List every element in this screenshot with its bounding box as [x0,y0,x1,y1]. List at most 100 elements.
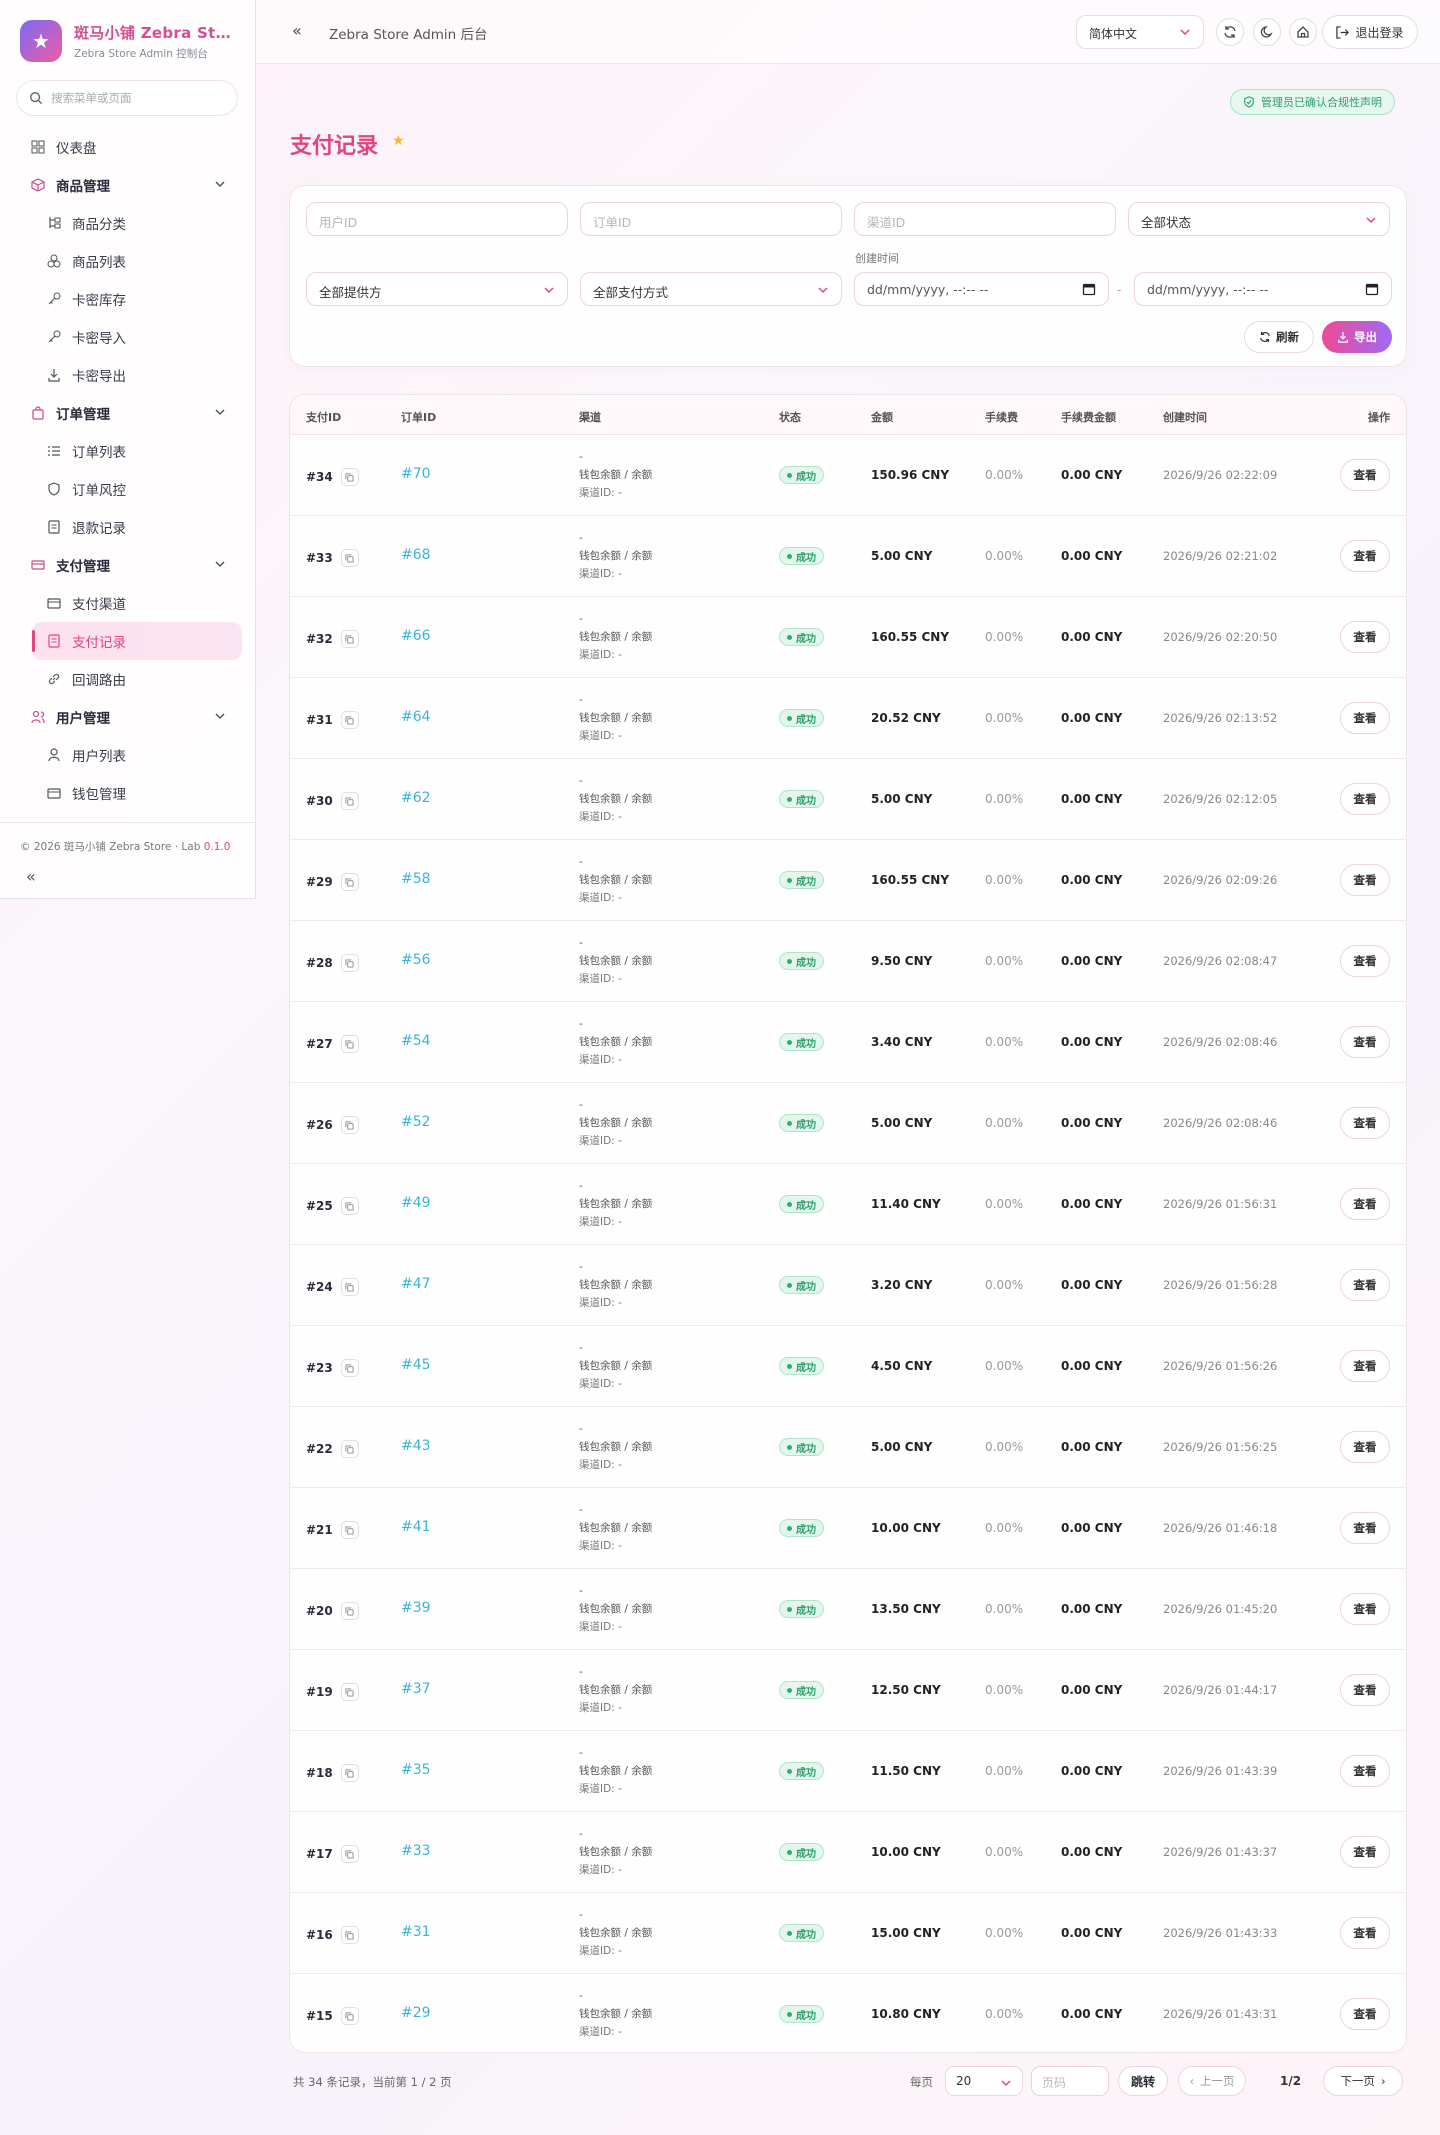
view-button[interactable]: 查看 [1340,1026,1390,1058]
column-header[interactable]: 支付ID [306,409,341,425]
refresh-button[interactable]: 刷新 [1244,321,1314,353]
sidebar-item-user-list[interactable]: 用户列表 [0,736,256,774]
order-id-link[interactable]: #56 [401,952,431,968]
order-id-link[interactable]: #33 [401,1843,431,1859]
sidebar-item-dashboard[interactable]: 仪表盘 [0,128,256,166]
toggle-sidebar-button[interactable]: « [292,21,302,40]
order-id-link[interactable]: #29 [401,2005,431,2021]
order-id-link[interactable]: #68 [401,547,431,563]
language-select[interactable]: 简体中文 [1076,15,1204,49]
order-id-link[interactable]: #43 [401,1438,431,1454]
view-button[interactable]: 查看 [1340,1350,1390,1382]
copy-icon[interactable] [340,1197,359,1215]
theme-toggle-button[interactable] [1253,18,1281,46]
order-id-link[interactable]: #47 [401,1276,431,1292]
view-button[interactable]: 查看 [1340,621,1390,653]
copy-icon[interactable] [340,2007,359,2025]
copy-icon[interactable] [340,954,359,972]
sidebar-item-payment-channels[interactable]: 支付渠道 [0,584,256,622]
order-id-link[interactable]: #45 [401,1357,431,1373]
column-header[interactable]: 手续费金额 [1061,409,1116,425]
order-id-link[interactable]: #39 [401,1600,431,1616]
status-select[interactable]: 全部状态 [1128,202,1390,236]
next-page-button[interactable]: 下一页 › [1323,2066,1403,2096]
column-header[interactable]: 手续费 [985,409,1018,425]
payment-method-select[interactable]: 全部支付方式 [580,272,842,306]
order-id-link[interactable]: #41 [401,1519,431,1535]
sidebar-item-product-list[interactable]: 商品列表 [0,242,256,280]
copy-icon[interactable] [340,468,359,486]
copy-icon[interactable] [340,1035,359,1053]
copy-icon[interactable] [340,1278,359,1296]
view-button[interactable]: 查看 [1340,1836,1390,1868]
sidebar-item-card-import[interactable]: 卡密导入 [0,318,256,356]
order-id-link[interactable]: #62 [401,790,431,806]
copy-icon[interactable] [340,1683,359,1701]
sidebar-item-card-stock[interactable]: 卡密库存 [0,280,256,318]
view-button[interactable]: 查看 [1340,1674,1390,1706]
copy-icon[interactable] [340,549,359,567]
copy-icon[interactable] [340,1764,359,1782]
view-button[interactable]: 查看 [1340,1269,1390,1301]
view-button[interactable]: 查看 [1340,1593,1390,1625]
order-id-link[interactable]: #52 [401,1114,431,1130]
view-button[interactable]: 查看 [1340,783,1390,815]
sidebar-group-orders[interactable]: 订单管理 [0,394,256,432]
order-id-input[interactable]: 订单ID [580,202,842,236]
sidebar-item-wallets[interactable]: 钱包管理 [0,774,256,812]
order-id-link[interactable]: #31 [401,1924,431,1940]
copy-icon[interactable] [340,1359,359,1377]
date-from-input[interactable]: dd/mm/yyyy, --:-- -- [854,272,1109,306]
order-id-link[interactable]: #58 [401,871,431,887]
sidebar-item-refunds[interactable]: 退款记录 [0,508,256,546]
column-header[interactable]: 创建时间 [1163,409,1207,425]
sidebar-group-payments[interactable]: 支付管理 [0,546,256,584]
sidebar-item-order-list[interactable]: 订单列表 [0,432,256,470]
view-button[interactable]: 查看 [1340,1107,1390,1139]
copy-icon[interactable] [340,711,359,729]
order-id-link[interactable]: #37 [401,1681,431,1697]
refresh-page-button[interactable] [1216,18,1244,46]
user-id-input[interactable]: 用户ID [306,202,568,236]
jump-button[interactable]: 跳转 [1118,2066,1168,2096]
copy-icon[interactable] [340,1926,359,1944]
export-button[interactable]: 导出 [1322,321,1392,353]
sidebar-item-product-categories[interactable]: 商品分类 [0,204,256,242]
sidebar-group-users[interactable]: 用户管理 [0,698,256,736]
view-button[interactable]: 查看 [1340,540,1390,572]
provider-select[interactable]: 全部提供方 [306,272,568,306]
sidebar-item-card-export[interactable]: 卡密导出 [0,356,256,394]
view-button[interactable]: 查看 [1340,1188,1390,1220]
sidebar-item-order-risk[interactable]: 订单风控 [0,470,256,508]
view-button[interactable]: 查看 [1340,1917,1390,1949]
brand[interactable]: ★ 斑马小铺 Zebra St… Zebra Store Admin 控制台 [20,20,239,62]
copy-icon[interactable] [340,1116,359,1134]
page-number-input[interactable]: 页码 [1031,2066,1109,2096]
collapse-sidebar-button[interactable]: « [26,867,36,886]
view-button[interactable]: 查看 [1340,1431,1390,1463]
copy-icon[interactable] [340,1602,359,1620]
order-id-link[interactable]: #54 [401,1033,431,1049]
view-button[interactable]: 查看 [1340,945,1390,977]
copy-icon[interactable] [340,1440,359,1458]
sidebar-group-products[interactable]: 商品管理 [0,166,256,204]
logout-button[interactable]: 退出登录 [1322,15,1418,49]
copy-icon[interactable] [340,873,359,891]
home-button[interactable] [1289,18,1317,46]
order-id-link[interactable]: #66 [401,628,431,644]
order-id-link[interactable]: #35 [401,1762,431,1778]
copy-icon[interactable] [340,1521,359,1539]
sidebar-item-payment-records[interactable]: 支付记录 [32,622,242,660]
column-header[interactable]: 订单ID [401,409,436,425]
sidebar-item-callback-routes[interactable]: 回调路由 [0,660,256,698]
order-id-link[interactable]: #64 [401,709,431,725]
order-id-link[interactable]: #49 [401,1195,431,1211]
date-to-input[interactable]: dd/mm/yyyy, --:-- -- [1134,272,1392,306]
copy-icon[interactable] [340,630,359,648]
view-button[interactable]: 查看 [1340,459,1390,491]
per-page-select[interactable]: 20 [945,2066,1023,2096]
view-button[interactable]: 查看 [1340,864,1390,896]
view-button[interactable]: 查看 [1340,1512,1390,1544]
column-header[interactable]: 状态 [779,409,801,425]
view-button[interactable]: 查看 [1340,702,1390,734]
